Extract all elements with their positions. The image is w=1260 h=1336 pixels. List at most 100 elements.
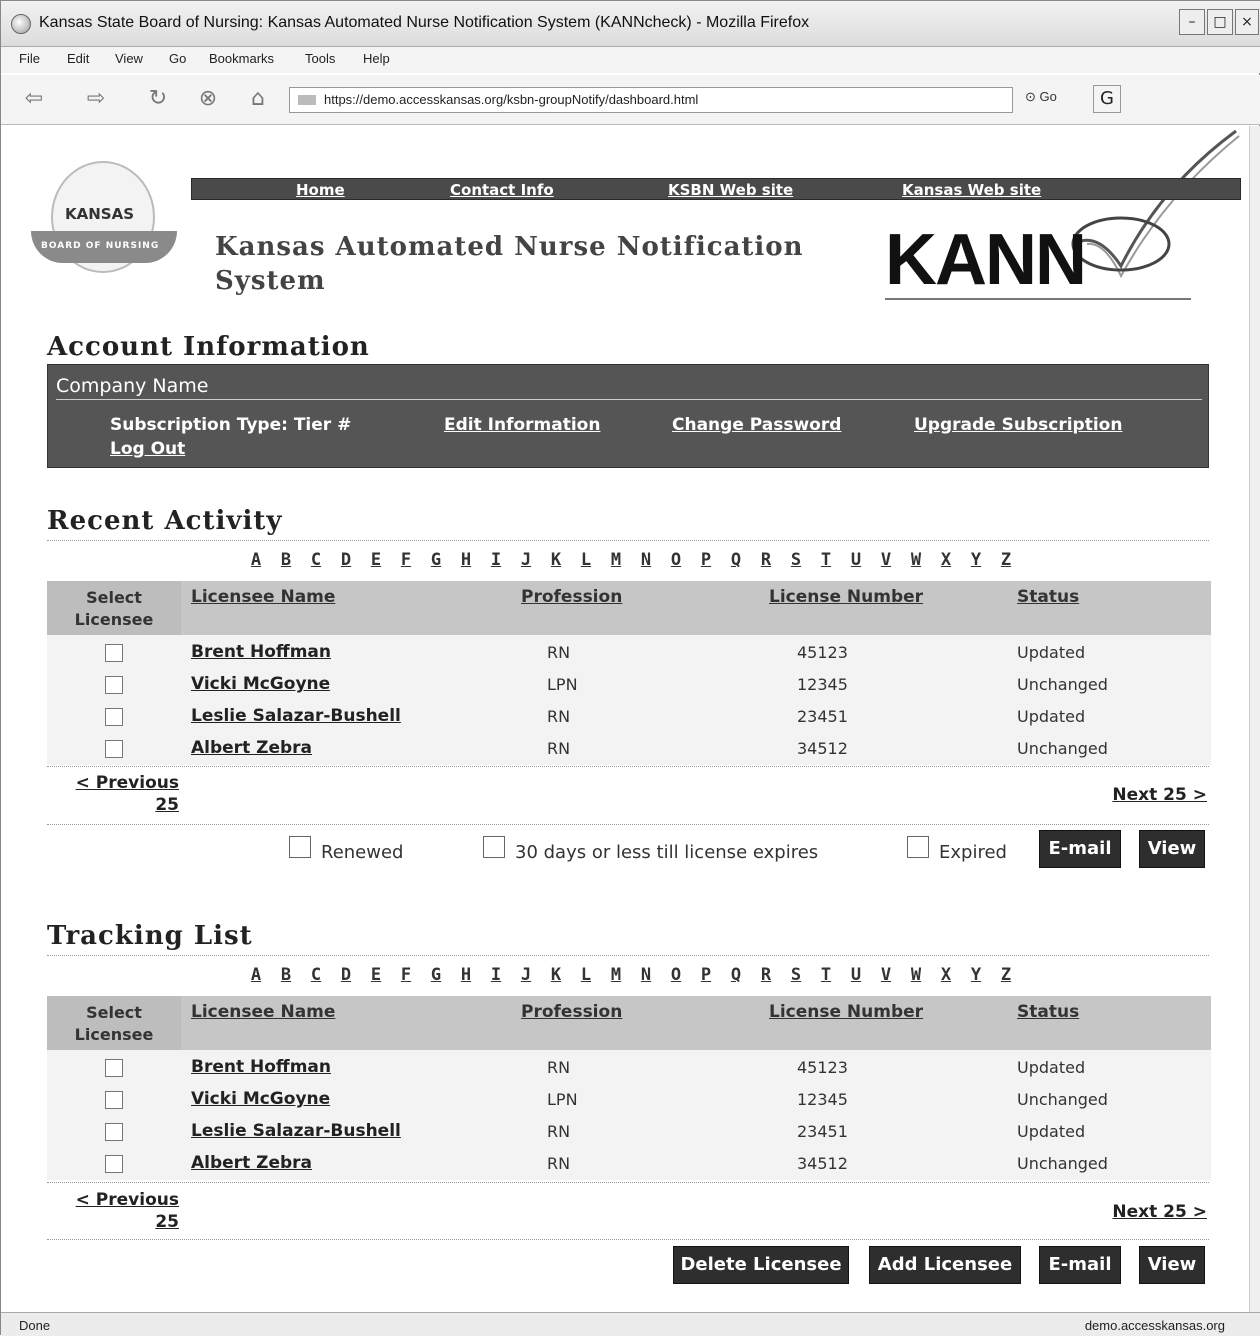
renewed-checkbox[interactable] xyxy=(289,836,311,858)
alpha-letter-k[interactable]: K xyxy=(541,550,571,570)
minimize-icon[interactable]: – xyxy=(1179,9,1205,35)
alpha-letter-q[interactable]: Q xyxy=(721,965,751,985)
alpha-letter-h[interactable]: H xyxy=(451,965,481,985)
alpha-letter-k[interactable]: K xyxy=(541,965,571,985)
header-status[interactable]: Status xyxy=(1017,1002,1079,1022)
alpha-letter-m[interactable]: M xyxy=(601,965,631,985)
header-license-number[interactable]: License Number xyxy=(769,587,923,607)
alpha-letter-s[interactable]: S xyxy=(781,550,811,570)
alpha-letter-c[interactable]: C xyxy=(301,550,331,570)
menu-tools[interactable]: Tools xyxy=(305,51,335,66)
select-checkbox[interactable] xyxy=(105,676,123,694)
menu-view[interactable]: View xyxy=(115,51,143,66)
tracking-email-button[interactable]: E-mail xyxy=(1039,1246,1121,1284)
forward-icon[interactable]: ⇨ xyxy=(79,83,113,115)
select-checkbox[interactable] xyxy=(105,1123,123,1141)
alpha-letter-m[interactable]: M xyxy=(601,550,631,570)
alpha-letter-f[interactable]: F xyxy=(391,550,421,570)
menu-bookmarks[interactable]: Bookmarks xyxy=(209,51,274,66)
alpha-letter-n[interactable]: N xyxy=(631,550,661,570)
tracking-next-link[interactable]: Next 25 > xyxy=(1091,1201,1207,1223)
alpha-letter-u[interactable]: U xyxy=(841,965,871,985)
alpha-letter-v[interactable]: V xyxy=(871,965,901,985)
recent-email-button[interactable]: E-mail xyxy=(1039,830,1121,868)
select-checkbox[interactable] xyxy=(105,708,123,726)
licensee-name-link[interactable]: Vicki McGoyne xyxy=(191,1089,330,1109)
alpha-letter-a[interactable]: A xyxy=(241,965,271,985)
alpha-letter-g[interactable]: G xyxy=(421,965,451,985)
home-icon[interactable]: ⌂ xyxy=(241,83,275,115)
alpha-letter-x[interactable]: X xyxy=(931,550,961,570)
menu-go[interactable]: Go xyxy=(169,51,186,66)
header-licensee-name[interactable]: Licensee Name xyxy=(191,587,335,607)
address-bar[interactable]: https://demo.accesskansas.org/ksbn-group… xyxy=(289,87,1013,113)
alpha-letter-w[interactable]: W xyxy=(901,965,931,985)
select-checkbox[interactable] xyxy=(105,740,123,758)
alpha-letter-e[interactable]: E xyxy=(361,965,391,985)
alpha-letter-w[interactable]: W xyxy=(901,550,931,570)
edit-information-link[interactable]: Edit Information xyxy=(444,415,600,435)
tracking-previous-link[interactable]: < Previous 25 xyxy=(67,1189,179,1233)
alpha-letter-o[interactable]: O xyxy=(661,550,691,570)
alpha-letter-t[interactable]: T xyxy=(811,550,841,570)
go-button[interactable]: ⊙ Go xyxy=(1025,89,1057,105)
header-license-number[interactable]: License Number xyxy=(769,1002,923,1022)
alpha-letter-y[interactable]: Y xyxy=(961,550,991,570)
alpha-letter-p[interactable]: P xyxy=(691,550,721,570)
header-status[interactable]: Status xyxy=(1017,587,1079,607)
delete-licensee-button[interactable]: Delete Licensee xyxy=(673,1246,849,1284)
alpha-letter-g[interactable]: G xyxy=(421,550,451,570)
alpha-letter-o[interactable]: O xyxy=(661,965,691,985)
alpha-letter-j[interactable]: J xyxy=(511,965,541,985)
alpha-letter-d[interactable]: D xyxy=(331,965,361,985)
licensee-name-link[interactable]: Albert Zebra xyxy=(191,1153,312,1173)
alpha-letter-s[interactable]: S xyxy=(781,965,811,985)
licensee-name-link[interactable]: Brent Hoffman xyxy=(191,1057,331,1077)
nav-home[interactable]: Home xyxy=(296,181,345,199)
maximize-icon[interactable]: □ xyxy=(1207,9,1233,35)
select-checkbox[interactable] xyxy=(105,1155,123,1173)
alpha-letter-i[interactable]: I xyxy=(481,550,511,570)
alpha-letter-b[interactable]: B xyxy=(271,550,301,570)
header-profession[interactable]: Profession xyxy=(521,1002,622,1022)
vertical-scrollbar[interactable] xyxy=(1249,126,1260,1312)
select-checkbox[interactable] xyxy=(105,1059,123,1077)
licensee-name-link[interactable]: Leslie Salazar-Bushell xyxy=(191,1121,401,1141)
alpha-letter-v[interactable]: V xyxy=(871,550,901,570)
alpha-letter-a[interactable]: A xyxy=(241,550,271,570)
licensee-name-link[interactable]: Brent Hoffman xyxy=(191,642,331,662)
alpha-letter-r[interactable]: R xyxy=(751,550,781,570)
alpha-letter-q[interactable]: Q xyxy=(721,550,751,570)
stop-icon[interactable]: ⊗ xyxy=(191,83,225,115)
alpha-letter-l[interactable]: L xyxy=(571,550,601,570)
reload-icon[interactable]: ↻ xyxy=(141,83,175,115)
expiring-checkbox[interactable] xyxy=(483,836,505,858)
header-licensee-name[interactable]: Licensee Name xyxy=(191,1002,335,1022)
alpha-letter-h[interactable]: H xyxy=(451,550,481,570)
nav-ksbn-web-site[interactable]: KSBN Web site xyxy=(668,181,793,199)
alpha-letter-f[interactable]: F xyxy=(391,965,421,985)
licensee-name-link[interactable]: Vicki McGoyne xyxy=(191,674,330,694)
select-checkbox[interactable] xyxy=(105,1091,123,1109)
alpha-letter-l[interactable]: L xyxy=(571,965,601,985)
nav-contact-info[interactable]: Contact Info xyxy=(450,181,554,199)
back-icon[interactable]: ⇦ xyxy=(17,83,51,115)
select-checkbox[interactable] xyxy=(105,644,123,662)
alpha-letter-u[interactable]: U xyxy=(841,550,871,570)
logout-link[interactable]: Log Out xyxy=(110,439,185,459)
alpha-letter-r[interactable]: R xyxy=(751,965,781,985)
recent-view-button[interactable]: View xyxy=(1139,830,1205,868)
tracking-view-button[interactable]: View xyxy=(1139,1246,1205,1284)
alpha-letter-y[interactable]: Y xyxy=(961,965,991,985)
alpha-letter-e[interactable]: E xyxy=(361,550,391,570)
close-icon[interactable]: × xyxy=(1235,9,1259,35)
menu-file[interactable]: File xyxy=(19,51,40,66)
add-licensee-button[interactable]: Add Licensee xyxy=(869,1246,1021,1284)
alpha-letter-i[interactable]: I xyxy=(481,965,511,985)
alpha-letter-z[interactable]: Z xyxy=(991,965,1021,985)
expired-checkbox[interactable] xyxy=(907,836,929,858)
menu-edit[interactable]: Edit xyxy=(67,51,89,66)
alpha-letter-c[interactable]: C xyxy=(301,965,331,985)
recent-next-link[interactable]: Next 25 > xyxy=(1091,784,1207,806)
upgrade-subscription-link[interactable]: Upgrade Subscription xyxy=(914,415,1122,435)
